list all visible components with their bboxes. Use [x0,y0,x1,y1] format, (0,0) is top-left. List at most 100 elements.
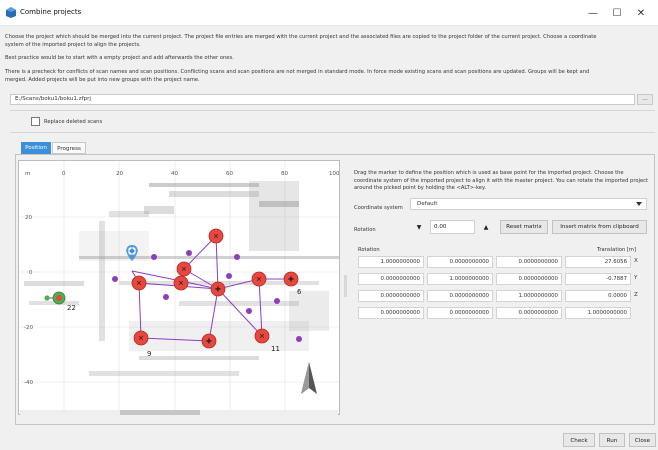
x-tick-label: 60 [226,171,233,177]
reset-matrix-button[interactable]: Reset matrix [500,220,548,234]
y-tick-label: 20 [25,215,32,221]
scan-node [226,273,232,279]
intro-text-line4: There is a precheck for conflicts of sca… [5,69,590,75]
matrix-cell[interactable]: 1.0000000000 [427,273,493,285]
coordinate-system-select[interactable]: Default [410,198,647,210]
intro-text-line1: Choose the project which should be merge… [5,34,597,40]
scan-label: 9 [147,350,151,358]
matrix-cell[interactable]: 0.0000000000 [427,290,493,302]
svg-text:✕: ✕ [213,233,219,241]
matrix-rotation-header: Rotation [358,247,380,253]
axis-label: X [634,258,638,264]
rotation-label: Rotation [354,227,376,233]
matrix-cell[interactable]: 0.0000000000 [358,290,424,302]
map-scrollbar-thumb[interactable] [120,410,200,415]
replace-deleted-label: Replace deleted scans [44,119,103,125]
position-instructions: Drag the marker to define the position w… [354,170,649,191]
svg-text:✕: ✕ [256,276,262,284]
scan-marker: ✕ [173,275,189,291]
matrix-cell[interactable]: 0.0000000000 [496,256,562,268]
y-tick-label: -20 [24,325,33,331]
scan-label: 6 [297,288,302,296]
project-path-field[interactable]: E:/Scans/boku1/boku1.zfprj [10,94,635,105]
close-button[interactable]: Close [629,433,656,447]
scan-marker: ✚ [283,271,299,287]
run-button[interactable]: Run [599,433,625,447]
title-bar [0,0,658,26]
replace-deleted-checkbox[interactable] [31,117,40,126]
scan-node [234,254,240,260]
scan-marker: ✕ [251,271,267,287]
matrix-translation-header: Translation [m] [597,247,637,253]
rotation-increase-button[interactable]: ▲ [477,220,495,234]
translation-cell[interactable]: 27.6056 [565,256,631,268]
scan-marker: ✕ [131,275,147,291]
x-tick-label: 40 [171,171,178,177]
x-tick-label: 0 [62,171,66,177]
axis-label: Z [634,292,638,298]
insert-matrix-button[interactable]: Insert matrix from clipboard [552,220,647,234]
window-title: Combine projects [20,8,82,16]
scan-marker: ✕ [254,328,270,344]
translation-cell[interactable]: -0.7887 [565,273,631,285]
scan-node [186,250,192,256]
scan-node [163,294,169,300]
scan-position-map[interactable]: m 0 20 40 60 80 100 20 0 -20 -40 ✕ ✕ ✕ ✕… [18,160,340,415]
translation-cell[interactable]: 0.0000 [565,290,631,302]
y-tick-label: -40 [24,380,33,386]
svg-text:✕: ✕ [259,333,265,341]
separator [10,110,655,111]
scan-marker: ✚ [210,281,226,297]
x-tick-label: m [25,171,30,177]
minimize-button[interactable]: — [582,4,604,22]
scan-label: 11 [271,345,280,353]
browse-button[interactable]: ... [637,94,653,105]
scan-marker: ✚ [201,333,217,349]
splitter-handle[interactable] [344,275,347,297]
scan-marker: ✕ [176,261,192,277]
matrix-cell[interactable]: 0.0000000000 [496,307,562,319]
rotation-decrease-button[interactable]: ▼ [410,220,428,234]
maximize-button[interactable]: ☐ [606,4,628,22]
x-tick-label: 100 [329,171,340,177]
svg-text:✚: ✚ [215,286,221,294]
tab-progress[interactable]: Progress [52,142,86,154]
tab-position[interactable]: Position [21,142,51,154]
separator [10,132,655,133]
north-arrow-icon [301,362,317,394]
scan-node [274,298,280,304]
matrix-cell[interactable]: 0.0000000000 [358,307,424,319]
rotation-input[interactable]: 0.00 [430,220,475,234]
x-tick-label: 80 [281,171,288,177]
intro-text-line3: Best practice would be to start with a e… [5,55,234,61]
scan-node [246,308,252,314]
matrix-cell[interactable]: 0.0000000000 [358,273,424,285]
scan-marker: ✕ [133,330,149,346]
matrix-cell[interactable]: 0.0000000000 [427,307,493,319]
intro-text-line2: system of the imported project to align … [5,42,141,48]
svg-text:✚: ✚ [288,276,294,284]
svg-text:✕: ✕ [178,280,184,288]
scan-node [112,276,118,282]
matrix-cell[interactable]: 0.0000000000 [496,273,562,285]
x-tick-label: 20 [116,171,123,177]
svg-text:✕: ✕ [136,280,142,288]
axis-label: Y [634,275,638,281]
app-icon [6,7,16,18]
matrix-cell[interactable]: 1.0000000000 [496,290,562,302]
chevron-down-icon[interactable] [636,202,642,206]
y-tick-label: 0 [29,270,33,276]
check-button[interactable]: Check [563,433,595,447]
map-canvas[interactable]: m 0 20 40 60 80 100 20 0 -20 -40 ✕ ✕ ✕ ✕… [19,161,340,415]
scan-node [151,254,157,260]
scan-marker: ✕ [208,228,224,244]
scan-label: 22 [67,304,76,312]
translation-cell[interactable]: 1.0000000000 [565,307,631,319]
matrix-cell[interactable]: 1.0000000000 [358,256,424,268]
close-window-button[interactable]: ✕ [630,4,652,22]
matrix-cell[interactable]: 0.0000000000 [427,256,493,268]
svg-text:✚: ✚ [206,338,212,346]
scan-node [296,336,302,342]
intro-text-line5: merged. Added projects will be put into … [5,77,200,83]
svg-text:✕: ✕ [138,335,144,343]
